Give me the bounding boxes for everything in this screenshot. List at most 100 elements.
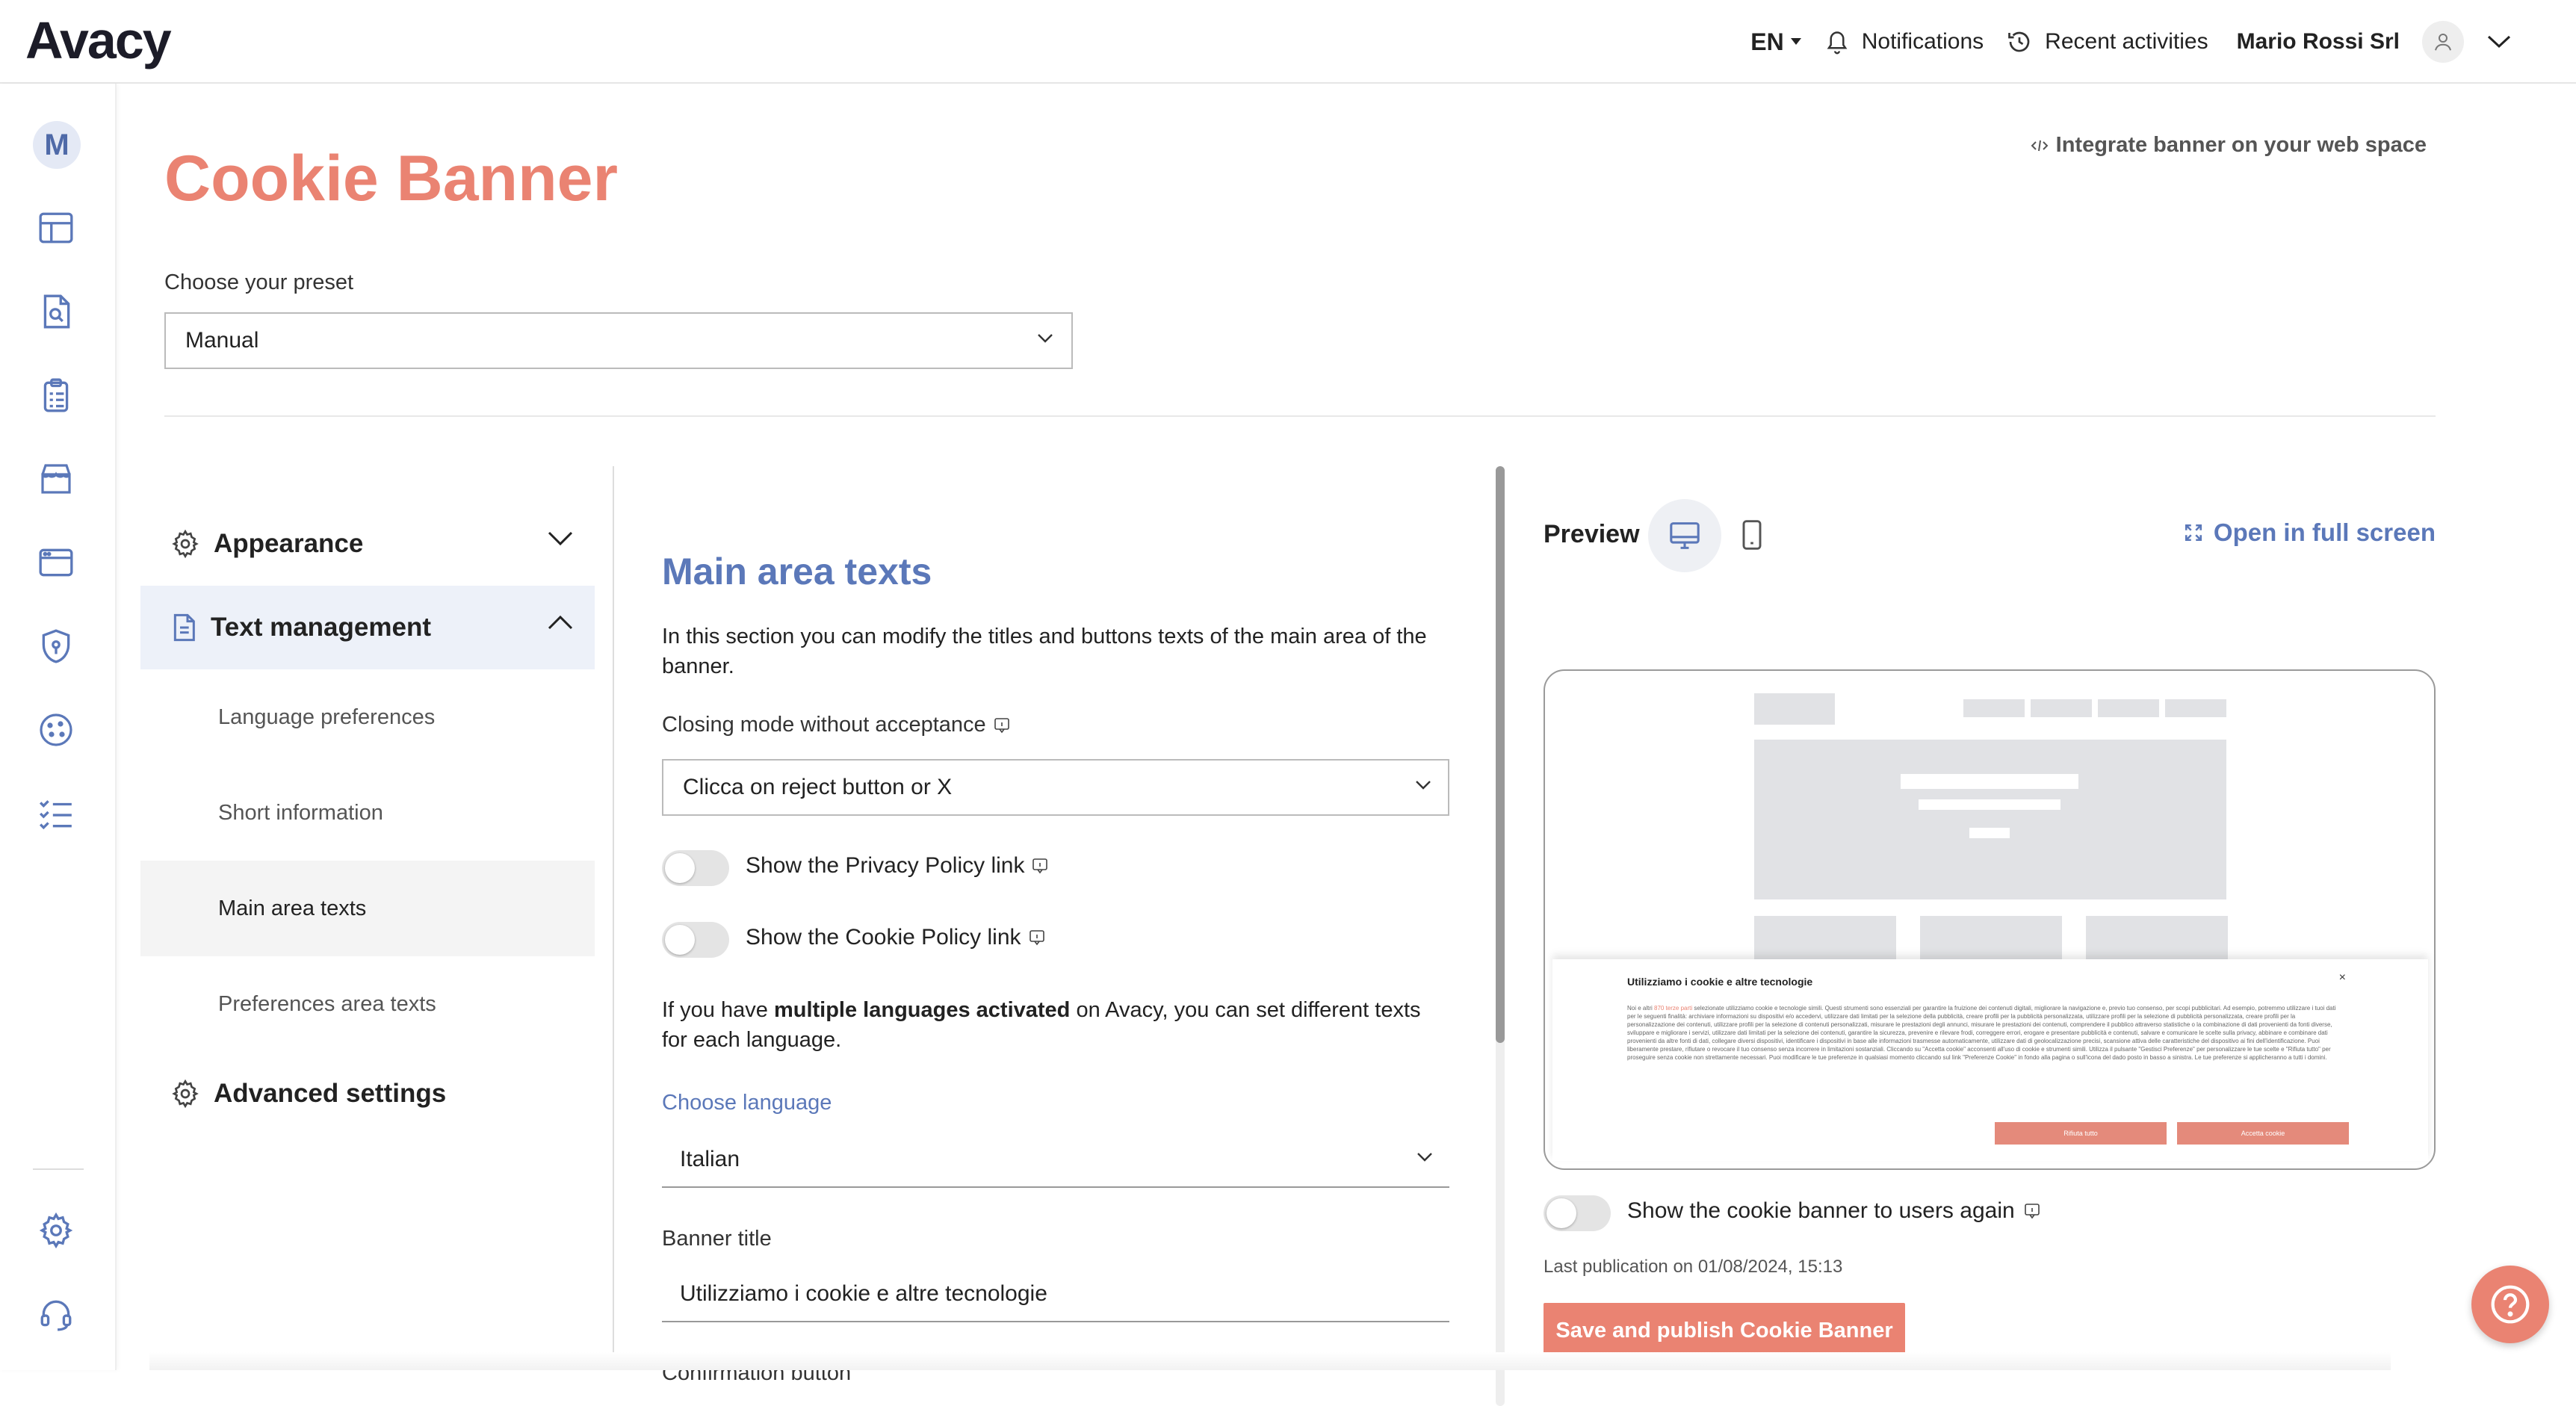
preview-accept-button: Accetta cookie: [2177, 1122, 2349, 1145]
cookie-banner-preview: Utilizziamo i cookie e altre tecnologie …: [1552, 959, 2428, 1161]
language-select-value: Italian: [680, 1147, 740, 1171]
recent-activities-label: Recent activities: [2045, 29, 2208, 54]
show-again-toggle[interactable]: [1544, 1195, 1611, 1231]
multi-language-note-pre: If you have: [662, 998, 774, 1022]
dashboard-icon[interactable]: [34, 206, 78, 250]
banner-title-label: Banner title: [662, 1227, 772, 1251]
preview-banner-title: Utilizziamo i cookie e altre tecnologie: [1627, 976, 1813, 988]
cookie-policy-toggle[interactable]: [662, 922, 729, 958]
placeholder-hero-line: [1901, 774, 2078, 789]
form-scrollbar[interactable]: [1496, 466, 1505, 1406]
support-headset-icon[interactable]: [34, 1292, 78, 1336]
privacy-policy-toggle-text: Show the Privacy Policy link: [746, 853, 1025, 878]
privacy-policy-toggle-label: Show the Privacy Policy link: [746, 853, 1048, 879]
language-select[interactable]: Italian: [662, 1133, 1449, 1188]
store-icon[interactable]: [34, 457, 78, 501]
chevron-down-icon: [548, 531, 573, 546]
banner-title-input[interactable]: Utilizziamo i cookie e altre tecnologie: [662, 1267, 1449, 1322]
preview-third-parties-link: 870 terze parti: [1654, 1005, 1693, 1012]
document-icon: [173, 613, 195, 642]
info-tooltip-icon[interactable]: [1029, 929, 1045, 946]
language-selector[interactable]: EN: [1750, 28, 1801, 56]
chevron-down-icon[interactable]: [2486, 34, 2512, 49]
bell-icon: [1827, 31, 1848, 55]
preset-label: Choose your preset: [164, 270, 354, 294]
desktop-icon: [1670, 522, 1700, 549]
save-publish-button[interactable]: Save and publish Cookie Banner: [1544, 1303, 1905, 1358]
privacy-policy-toggle[interactable]: [662, 850, 729, 886]
preview-banner-text-pre: Noi e altri: [1627, 1005, 1655, 1012]
preview-banner-text-body: selezionate utilizziamo cookie e tecnolo…: [1627, 1005, 2336, 1061]
cookie-icon[interactable]: [34, 708, 78, 752]
mobile-preview-button[interactable]: [1741, 518, 1763, 551]
company-name: Mario Rossi Srl: [2236, 29, 2400, 54]
multi-language-note-bold: multiple languages activated: [773, 998, 1071, 1022]
section-divider: [164, 415, 2436, 417]
notifications-label: Notifications: [1861, 29, 1984, 54]
checklist-icon[interactable]: [34, 792, 78, 835]
placeholder-nav: [2098, 699, 2159, 717]
menu-text-management-label: Text management: [211, 613, 431, 642]
closing-mode-select[interactable]: Clicca on reject button or X: [662, 759, 1449, 816]
submenu-language-preferences[interactable]: Language preferences: [140, 669, 595, 765]
info-tooltip-icon[interactable]: [994, 717, 1010, 734]
avacy-logo[interactable]: Avacy: [25, 10, 172, 70]
show-again-label: Show the cookie banner to users again: [1627, 1198, 2040, 1224]
menu-advanced-settings[interactable]: Advanced settings: [140, 1052, 595, 1136]
placeholder-nav: [2165, 699, 2226, 717]
submenu-preferences-area-texts[interactable]: Preferences area texts: [140, 956, 595, 1052]
preset-select[interactable]: Manual: [164, 312, 1073, 369]
recent-activities-button[interactable]: Recent activities: [2006, 28, 2208, 55]
placeholder-hero-line: [1969, 828, 2010, 838]
help-button[interactable]: [2471, 1266, 2549, 1343]
last-publication: Last publication on 01/08/2024, 15:13: [1544, 1257, 1843, 1277]
placeholder-nav: [1963, 699, 2025, 717]
submenu-short-information[interactable]: Short information: [140, 765, 595, 861]
gear-icon: [172, 1079, 199, 1109]
top-right-actions: EN Notifications Recent activities Mario…: [1750, 0, 2512, 84]
banner-preview-frame: Utilizziamo i cookie e altre tecnologie …: [1544, 669, 2436, 1170]
browser-window-icon[interactable]: [34, 541, 78, 584]
closing-mode-label: Closing mode without acceptance: [662, 713, 1010, 737]
info-tooltip-icon[interactable]: [2024, 1203, 2040, 1219]
submenu-main-area-texts[interactable]: Main area texts: [140, 861, 595, 956]
section-intro: In this section you can modify the title…: [662, 625, 1427, 678]
placeholder-hero-line: [1919, 799, 2061, 810]
scrollbar-thumb[interactable]: [1496, 466, 1505, 1043]
user-avatar[interactable]: [2422, 21, 2464, 63]
clipboard-list-icon[interactable]: [34, 374, 78, 417]
shield-icon[interactable]: [34, 625, 78, 668]
chevron-down-icon: [1038, 334, 1053, 343]
show-again-text: Show the cookie banner to users again: [1627, 1198, 2015, 1223]
chevron-up-icon: [548, 615, 573, 630]
document-search-icon[interactable]: [34, 290, 78, 333]
placeholder-nav: [2031, 699, 2092, 717]
expand-icon: [2185, 524, 2202, 542]
preview-reject-button: Rifiuta tutto: [1995, 1122, 2167, 1145]
top-bar: Avacy EN Notifications Recent activities…: [0, 0, 2576, 84]
workspace-avatar[interactable]: M: [33, 121, 81, 169]
language-label: EN: [1750, 28, 1784, 55]
open-fullscreen-link[interactable]: Open in full screen: [2184, 518, 2436, 547]
choose-language-label: Choose language: [662, 1091, 832, 1115]
desktop-preview-button[interactable]: [1648, 499, 1721, 572]
preview-title: Preview: [1544, 520, 1640, 548]
notifications-button[interactable]: Notifications: [1824, 28, 1984, 55]
cookie-policy-toggle-label: Show the Cookie Policy link: [746, 925, 1045, 950]
menu-advanced-settings-label: Advanced settings: [214, 1079, 447, 1108]
open-fullscreen-label: Open in full screen: [2213, 518, 2436, 546]
integrate-banner-link[interactable]: Integrate banner on your web space: [2031, 133, 2427, 158]
gear-icon: [172, 529, 199, 559]
settings-gear-icon[interactable]: [34, 1209, 78, 1252]
question-icon: [2491, 1285, 2530, 1324]
history-icon: [2008, 31, 2030, 52]
user-icon: [2435, 34, 2451, 51]
menu-text-management[interactable]: Text management: [140, 586, 595, 669]
chevron-down-icon: [1417, 1153, 1432, 1162]
mobile-icon: [1742, 520, 1762, 550]
section-title: Main area texts: [662, 551, 932, 592]
preview-banner-text: Noi e altri 870 terze parti selezionate …: [1627, 1004, 2344, 1062]
menu-appearance[interactable]: Appearance: [140, 502, 595, 586]
info-tooltip-icon[interactable]: [1032, 858, 1048, 874]
code-icon: [2031, 140, 2049, 151]
